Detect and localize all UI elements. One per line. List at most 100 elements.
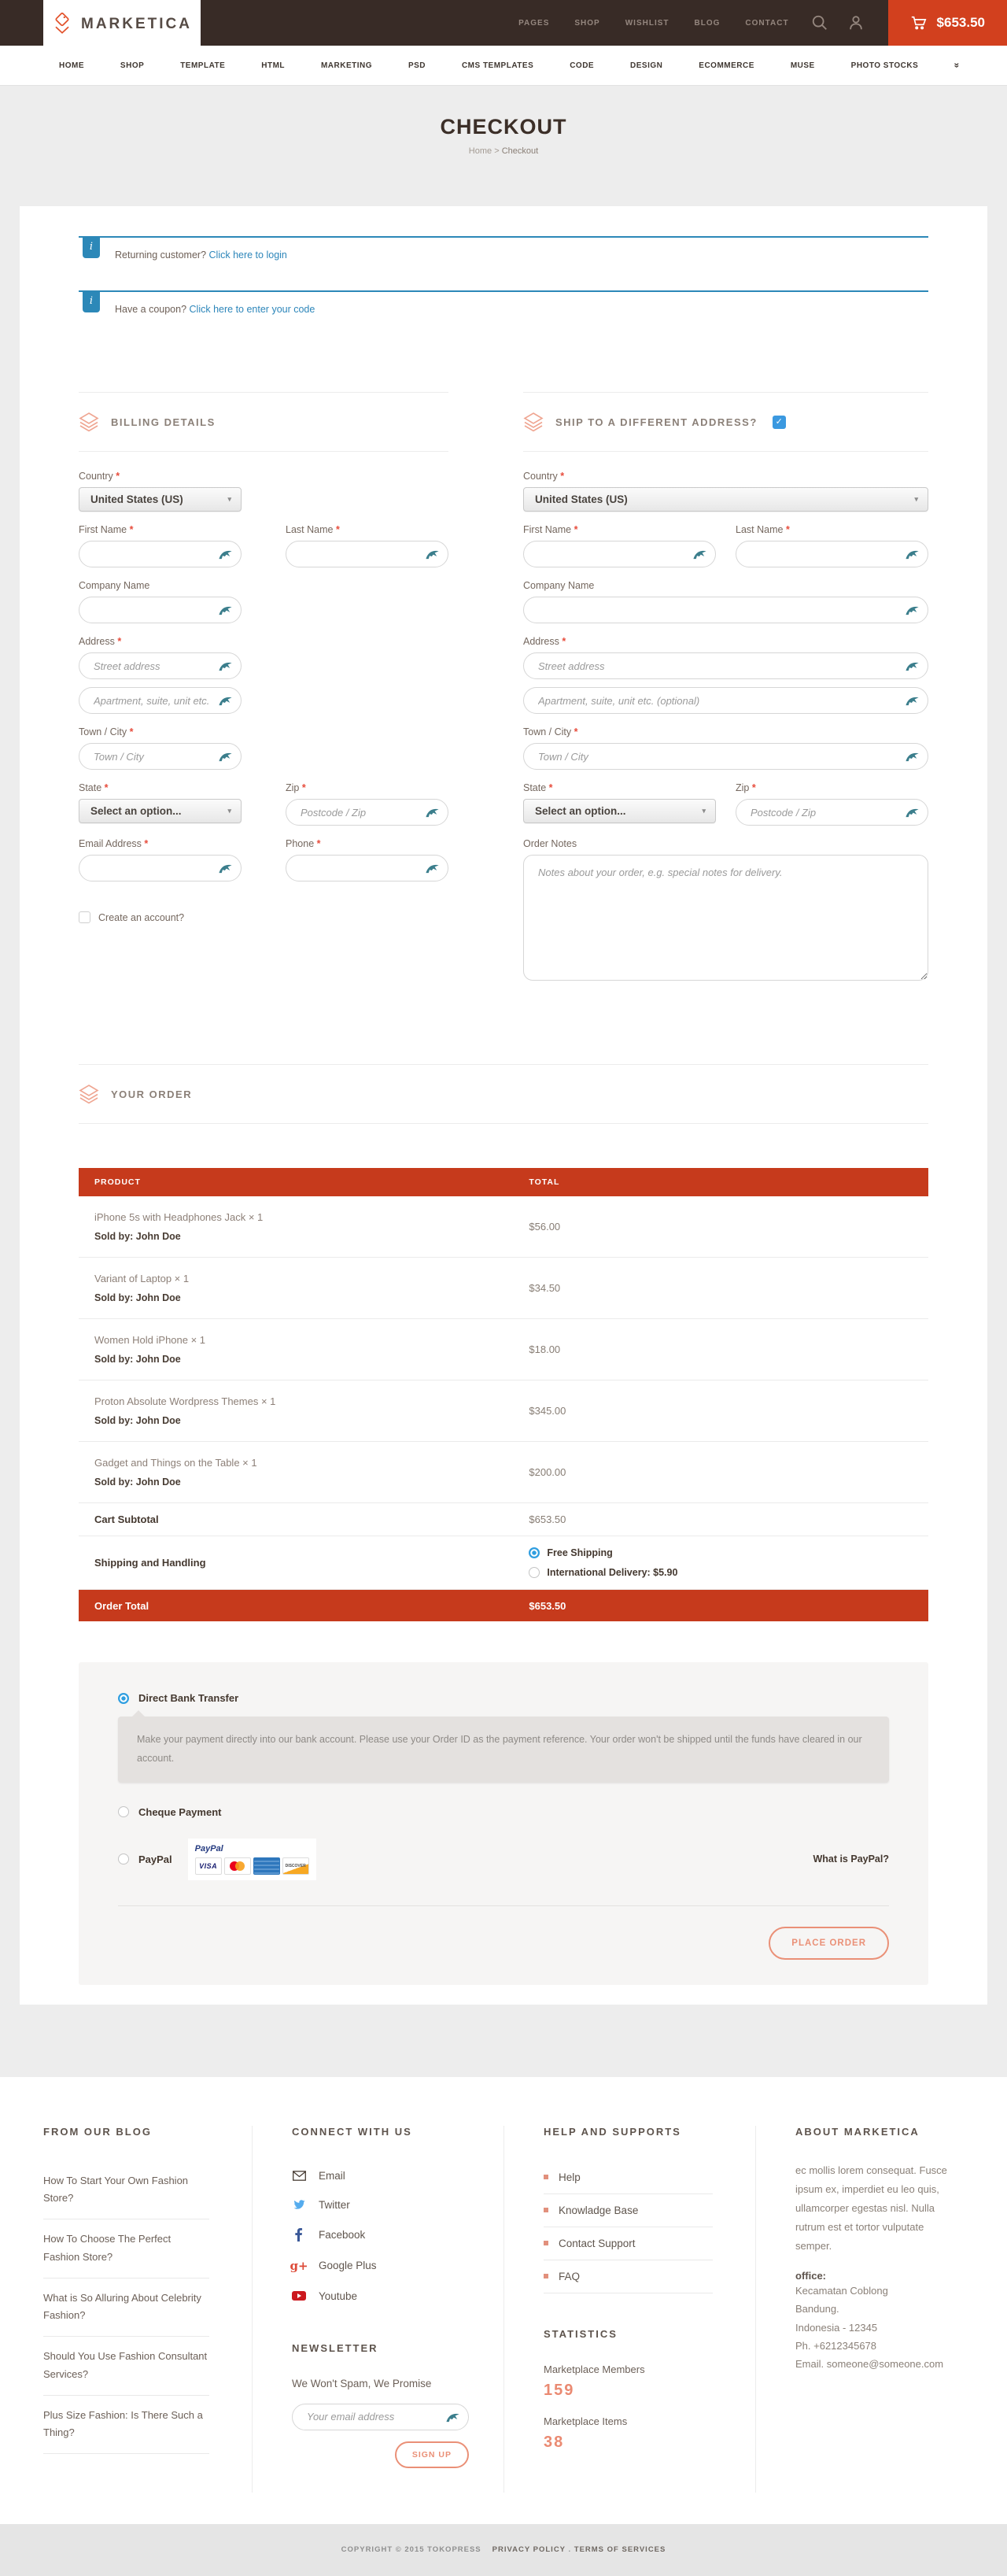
google-plus-link[interactable]: g+ Google Plus [292,2250,484,2282]
order-notes-textarea[interactable] [523,855,928,981]
login-link[interactable]: Click here to login [209,249,287,261]
international-delivery-radio[interactable] [529,1567,540,1578]
header-nav-wishlist[interactable]: WISHLIST [613,19,682,28]
blog-link[interactable]: Plus Size Fashion: Is There Such a Thing… [43,2396,209,2455]
blog-link[interactable]: Should You Use Fashion Consultant Servic… [43,2337,209,2396]
user-icon[interactable] [838,14,874,31]
shipping-apartment-input[interactable] [523,687,928,714]
billing-phone-input[interactable] [286,855,448,881]
autofill-icon[interactable] [425,806,440,819]
subnav-photo-stocks[interactable]: PHOTO STOCKS [851,61,919,70]
billing-street-input[interactable] [79,652,242,679]
autofill-icon[interactable] [692,548,707,560]
email-link[interactable]: Email [292,2161,484,2190]
shipping-state-select[interactable]: Select an option... ▾ [523,799,716,823]
autofill-icon[interactable] [905,694,920,707]
autofill-icon[interactable] [425,548,440,560]
what-is-paypal-link[interactable]: What is PayPal? [813,1853,889,1865]
help-link[interactable]: Help [544,2161,713,2194]
subnav-design[interactable]: DESIGN [630,61,662,70]
knowledge-base-link[interactable]: Knowladge Base [544,2194,713,2227]
billing-zip-input[interactable] [286,799,448,826]
shipping-zip-input[interactable] [736,799,928,826]
faq-link[interactable]: FAQ [544,2260,713,2293]
cheque-payment-radio[interactable] [118,1806,129,1817]
shipping-street-input[interactable] [523,652,928,679]
subnav-psd[interactable]: PSD [408,61,426,70]
billing-email-input[interactable] [79,855,242,881]
header-nav: PAGES SHOP WISHLIST BLOG CONTACT $653.50 [506,0,1007,46]
breadcrumb-home[interactable]: Home [469,146,492,156]
subnav-muse[interactable]: MUSE [791,61,815,70]
autofill-icon[interactable] [905,806,920,819]
discover-icon: DISCOVER [282,1857,309,1875]
autofill-icon[interactable] [905,660,920,672]
subnav-home[interactable]: HOME [59,61,84,70]
free-shipping-radio[interactable] [529,1547,540,1558]
shipping-company-input[interactable] [523,597,928,623]
autofill-icon[interactable] [218,604,233,616]
subnav-cms-templates[interactable]: CMS TEMPLATES [462,61,533,70]
paypal-radio[interactable] [118,1853,129,1865]
place-order-button[interactable]: PLACE ORDER [769,1927,889,1960]
subnav-code[interactable]: CODE [570,61,594,70]
shipping-town-input[interactable] [523,743,928,770]
subnav-ecommerce[interactable]: ECOMMERCE [699,61,754,70]
footer-blog-title: FROM OUR BLOG [43,2126,232,2138]
shipping-first-name-input[interactable] [523,541,716,567]
coupon-link[interactable]: Click here to enter your code [190,304,315,315]
header-nav-blog[interactable]: BLOG [682,19,733,28]
shipping-last-name-label: Last Name * [736,524,928,535]
signup-button[interactable]: SIGN UP [395,2441,469,2468]
autofill-icon[interactable] [218,694,233,707]
twitter-link[interactable]: Twitter [292,2190,484,2219]
logo[interactable]: MARKETICA [43,0,201,49]
header-nav-pages[interactable]: PAGES [506,19,562,28]
terms-link[interactable]: TERMS OF SERVICES [574,2545,666,2554]
billing-state-select[interactable]: Select an option... ▾ [79,799,242,823]
returning-customer-text: Returning customer? [115,249,206,261]
billing-country-select[interactable]: United States (US) ▾ [79,487,242,512]
facebook-link[interactable]: Facebook [292,2219,484,2250]
autofill-icon[interactable] [425,862,440,874]
autofill-icon[interactable] [218,548,233,560]
product-total: $18.00 [529,1343,928,1355]
autofill-icon[interactable] [905,548,920,560]
create-account-checkbox[interactable] [79,911,90,923]
autofill-icon[interactable] [905,750,920,763]
subnav-expand-icon[interactable]: » [952,63,963,68]
autofill-icon[interactable] [218,750,233,763]
subnav-html[interactable]: HTML [261,61,285,70]
billing-state-label: State * [79,782,242,793]
bank-transfer-radio[interactable] [118,1693,129,1704]
search-icon[interactable] [802,14,838,31]
billing-company-input[interactable] [79,597,242,623]
subnav-shop[interactable]: SHOP [120,61,144,70]
billing-last-name-input[interactable] [286,541,448,567]
header-nav-contact[interactable]: CONTACT [732,19,801,28]
shipping-country-select[interactable]: United States (US) ▾ [523,487,928,512]
shipping-last-name-input[interactable] [736,541,928,567]
blog-link[interactable]: How To Choose The Perfect Fashion Store? [43,2219,209,2278]
billing-town-input[interactable] [79,743,242,770]
square-bullet-icon [544,2175,548,2179]
privacy-policy-link[interactable]: PRIVACY POLICY [492,2545,566,2554]
autofill-icon[interactable] [905,604,920,616]
coupon-notice: i Have a coupon? Click here to enter you… [79,290,928,324]
ship-different-checkbox[interactable]: ✓ [773,416,786,429]
contact-support-link[interactable]: Contact Support [544,2227,713,2260]
blog-link[interactable]: What is So Alluring About Celebrity Fash… [43,2278,209,2338]
autofill-icon[interactable] [218,862,233,874]
billing-apartment-input[interactable] [79,687,242,714]
billing-section: BILLING DETAILS Country * United States … [79,392,448,997]
header-nav-shop[interactable]: SHOP [562,19,612,28]
subnav-template[interactable]: TEMPLATE [180,61,225,70]
subnav-marketing[interactable]: MARKETING [321,61,372,70]
newsletter-email-input[interactable] [292,2404,469,2430]
autofill-icon[interactable] [445,2411,460,2423]
blog-link[interactable]: How To Start Your Own Fashion Store? [43,2161,209,2220]
autofill-icon[interactable] [218,660,233,672]
billing-first-name-input[interactable] [79,541,242,567]
youtube-link[interactable]: Youtube [292,2282,484,2311]
cart-button[interactable]: $653.50 [888,0,1007,46]
